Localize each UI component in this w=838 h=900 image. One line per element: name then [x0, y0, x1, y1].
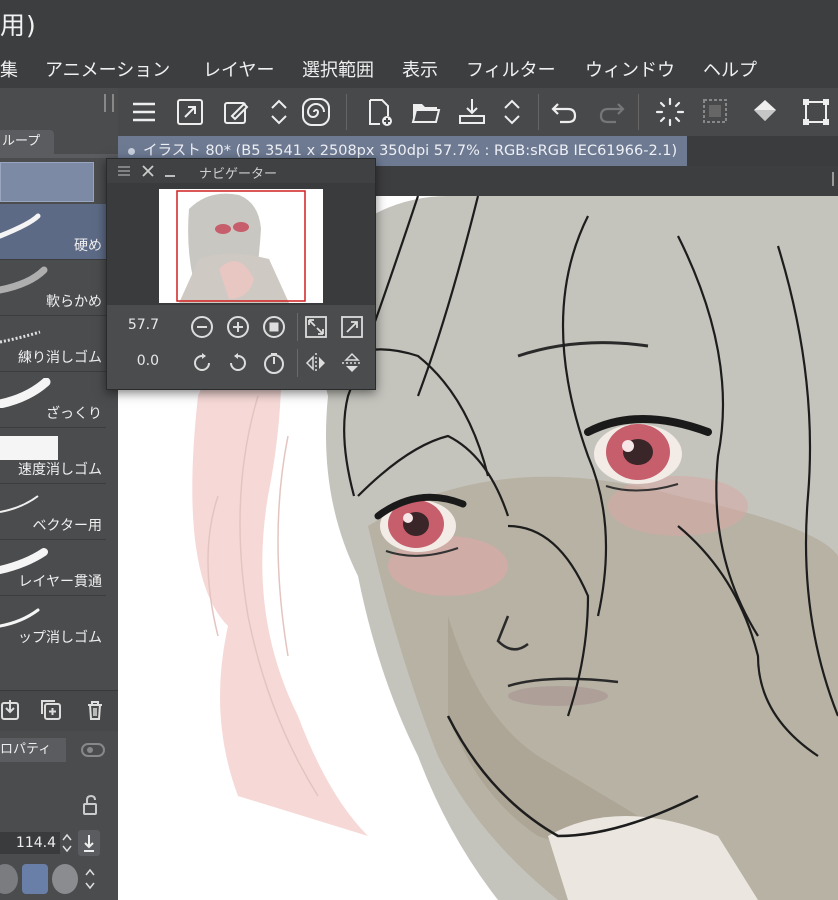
panel-grip-icon[interactable] — [104, 94, 114, 112]
flip-horizontal-icon[interactable] — [303, 350, 329, 376]
brush-item[interactable]: 軟らかめ — [0, 260, 106, 316]
zoom-out-icon[interactable] — [189, 314, 215, 340]
navigator-zoom-row: 57.7 — [107, 309, 375, 345]
spiral-icon[interactable] — [300, 96, 332, 128]
close-icon[interactable] — [141, 164, 155, 178]
panel-grip-icon[interactable] — [832, 172, 838, 186]
brush-preview-swatch[interactable] — [22, 864, 48, 894]
actual-size-icon[interactable] — [261, 314, 287, 340]
toolbar-separator — [346, 94, 347, 130]
fill-icon[interactable] — [750, 96, 782, 128]
brush-label: 速度消しゴム — [18, 462, 102, 478]
menu-selection[interactable]: 選択範囲 — [302, 56, 374, 82]
tool-property-body: 114.4 — [0, 764, 118, 900]
menu-filter[interactable]: フィルター — [466, 56, 556, 82]
navigator-title: ナビゲーター — [199, 167, 278, 182]
menu-bar: 集 アニメーション レイヤー 選択範囲 表示 フィルター ウィンドウ ヘルプ — [0, 48, 838, 88]
brush-list: 硬め 軟らかめ 練り消しゴム ざっくり 速度消しゴム ベクター用 レイヤー貫通 — [0, 204, 106, 652]
menu-edit[interactable]: 集 — [0, 56, 18, 82]
brush-item[interactable]: 硬め — [0, 204, 106, 260]
drag-handle-icon[interactable] — [117, 165, 131, 177]
fit-window-icon[interactable] — [339, 314, 365, 340]
edit-icon[interactable] — [220, 96, 252, 128]
size-spinner-icon[interactable] — [60, 832, 74, 854]
brush-actions — [0, 690, 118, 731]
reset-rotation-icon[interactable] — [261, 350, 287, 376]
brush-label: 練り消しゴム — [18, 350, 102, 366]
brush-preview-swatch[interactable] — [52, 864, 78, 894]
brush-label: レイヤー貫通 — [18, 574, 102, 590]
brush-label: ベクター用 — [32, 518, 102, 534]
menu-layer[interactable]: レイヤー — [203, 56, 274, 82]
brush-item[interactable]: ップ消しゴム — [0, 596, 106, 652]
menu-animation[interactable]: アニメーション — [45, 56, 170, 82]
lock-icon[interactable] — [80, 794, 100, 816]
rotation-value[interactable]: 0.0 — [119, 353, 159, 369]
brush-item[interactable]: 練り消しゴム — [0, 316, 106, 372]
toolbar-separator — [638, 94, 639, 130]
menu-view[interactable]: 表示 — [402, 56, 438, 82]
save-icon[interactable] — [456, 96, 488, 128]
toolbar-separator — [538, 94, 539, 130]
fit-page-icon[interactable] — [303, 314, 329, 340]
new-canvas-icon[interactable] — [364, 96, 396, 128]
navigator-separator — [297, 349, 298, 377]
zoom-value[interactable]: 57.7 — [119, 317, 159, 333]
open-folder-icon[interactable] — [410, 96, 442, 128]
brush-preview-swatch[interactable] — [0, 864, 18, 894]
brush-label: ざっくり — [46, 406, 102, 422]
brush-label: ップ消しゴム — [18, 630, 102, 646]
group-tab[interactable]: ループ — [0, 130, 54, 154]
menu-icon[interactable] — [128, 96, 160, 128]
rotate-right-icon[interactable] — [225, 350, 251, 376]
transform-icon[interactable] — [800, 96, 832, 128]
navigator-rotate-row: 0.0 — [107, 345, 375, 381]
tool-selector[interactable] — [0, 162, 94, 202]
loading-icon[interactable] — [654, 96, 686, 128]
brush-item[interactable]: 速度消しゴム — [0, 428, 106, 484]
tab-status-dot — [128, 147, 135, 155]
minimize-icon[interactable] — [163, 164, 177, 178]
brush-label: 硬め — [74, 238, 102, 254]
title-bar: 用) — [0, 0, 838, 48]
updown-icon[interactable] — [263, 96, 295, 128]
navigator-panel: ナビゲーター 57.7 0.0 — [106, 158, 376, 390]
brush-item[interactable]: レイヤー貫通 — [0, 540, 106, 596]
redo-icon[interactable] — [596, 96, 628, 128]
selection-icon[interactable] — [700, 96, 732, 128]
duplicate-icon[interactable] — [38, 697, 64, 723]
zoom-in-icon[interactable] — [225, 314, 251, 340]
navigator-header: ナビゲーター — [107, 159, 375, 183]
flip-vertical-icon[interactable] — [339, 350, 365, 376]
rotate-left-icon[interactable] — [189, 350, 215, 376]
brush-item-partial[interactable] — [0, 648, 106, 688]
sub-tool-panel: ループ 硬め 軟らかめ 練り消しゴム ざっくり 速度消しゴム ベクター用 レイヤ… — [0, 88, 120, 900]
navigator-separator — [297, 313, 298, 341]
group-tab-bar — [0, 154, 118, 158]
preview-spinner-icon[interactable] — [82, 866, 98, 892]
menu-window[interactable]: ウィンドウ — [585, 56, 675, 82]
brush-size-value[interactable]: 114.4 — [0, 832, 60, 854]
trash-icon[interactable] — [82, 697, 108, 723]
brush-label: 軟らかめ — [46, 294, 102, 310]
import-icon[interactable] — [0, 697, 24, 723]
updown-icon[interactable] — [496, 96, 528, 128]
navigator-thumbnail[interactable] — [159, 189, 323, 303]
brush-item[interactable]: ベクター用 — [0, 484, 106, 540]
size-menu-icon[interactable] — [78, 830, 100, 856]
fullscreen-icon[interactable] — [174, 96, 206, 128]
brush-item[interactable]: ざっくり — [0, 372, 106, 428]
undo-icon[interactable] — [548, 96, 580, 128]
command-bar — [118, 88, 838, 136]
tool-property-tab[interactable]: ロパティ — [0, 738, 66, 762]
window-title: 用) — [0, 11, 37, 40]
panel-switch-icon[interactable] — [72, 738, 112, 762]
document-tab-label: イラスト 80* (B5 3541 x 2508px 350dpi 57.7% … — [143, 143, 678, 159]
menu-help[interactable]: ヘルプ — [703, 56, 757, 82]
